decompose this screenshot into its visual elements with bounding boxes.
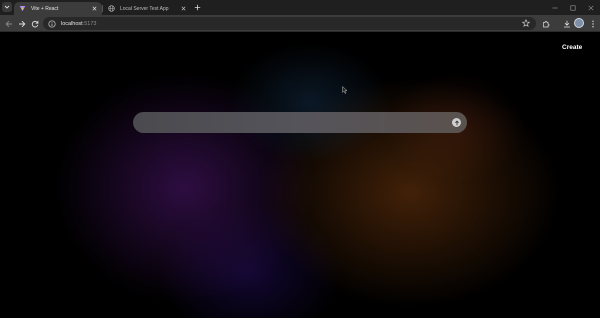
chevron-down-icon (4, 5, 10, 9)
browser-menu-button[interactable] (587, 18, 598, 29)
tab-title: Vite + React (31, 5, 59, 12)
submit-button[interactable] (452, 118, 461, 127)
reload-icon (31, 20, 38, 27)
url-port: :5173 (82, 20, 97, 27)
maximize-button[interactable] (564, 0, 582, 15)
tab-search-button[interactable] (2, 2, 12, 12)
kebab-menu-icon (591, 20, 594, 27)
close-window-button[interactable] (582, 0, 600, 15)
arrow-up-icon (454, 119, 459, 125)
close-icon (588, 5, 594, 10)
url-text: localhost:5173 (61, 21, 96, 27)
tab-vite-react[interactable]: Vite + React (14, 2, 102, 15)
mouse-cursor-icon (342, 86, 348, 94)
minimize-icon (552, 7, 558, 8)
plus-icon (194, 4, 201, 11)
browser-toolbar: localhost:5173 (0, 15, 600, 32)
extensions-icon (542, 20, 549, 27)
site-info-icon (48, 19, 56, 28)
browser-window: Vite + React Local Server Test App local… (0, 0, 600, 318)
reload-button[interactable] (29, 18, 40, 29)
tab-strip: Vite + React Local Server Test App (0, 0, 600, 15)
bookmark-star-icon[interactable] (522, 19, 530, 27)
download-icon (563, 20, 570, 27)
maximize-icon (570, 5, 576, 11)
close-tab-button[interactable] (180, 5, 187, 12)
window-controls (546, 0, 600, 15)
search-input[interactable] (133, 112, 452, 133)
close-tab-button[interactable] (91, 5, 98, 12)
tab-title: Local Server Test App (120, 5, 169, 12)
back-button[interactable] (3, 18, 14, 29)
url-host: localhost (61, 20, 83, 27)
tab-local-server[interactable]: Local Server Test App (103, 2, 191, 15)
globe-icon (108, 5, 115, 12)
new-tab-button[interactable] (193, 3, 202, 12)
back-arrow-icon (5, 20, 12, 27)
page-viewport: Create (0, 33, 600, 318)
search-bar (133, 112, 467, 133)
forward-arrow-icon (18, 20, 25, 27)
download-button[interactable] (561, 18, 572, 29)
close-icon (92, 6, 97, 11)
vite-icon (19, 6, 26, 12)
create-button[interactable]: Create (562, 44, 582, 51)
forward-button[interactable] (16, 18, 27, 29)
profile-avatar[interactable] (574, 18, 584, 28)
minimize-button[interactable] (546, 0, 564, 15)
close-icon (181, 6, 186, 11)
address-bar[interactable]: localhost:5173 (43, 17, 536, 30)
extensions-button[interactable] (540, 18, 551, 29)
